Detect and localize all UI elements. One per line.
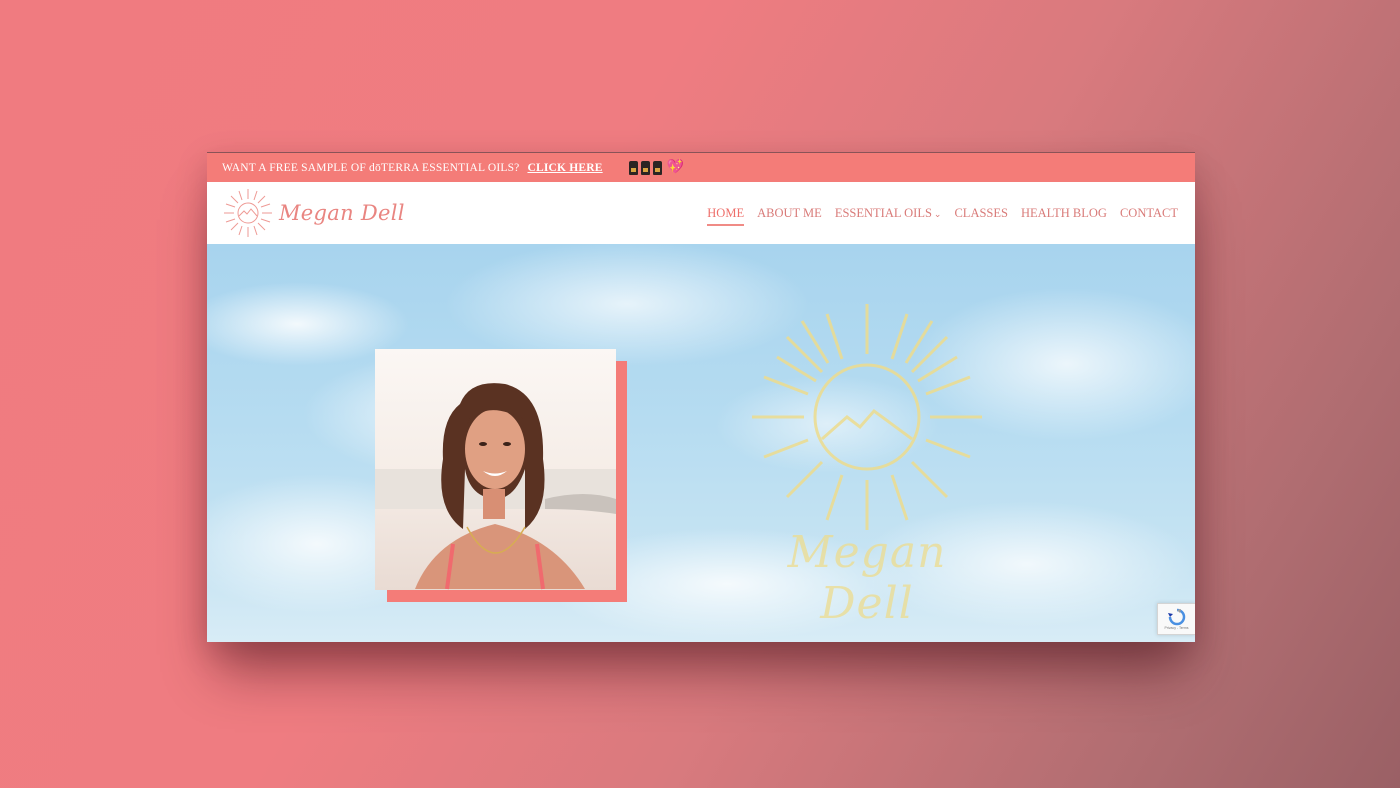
nav-essential-oils[interactable]: ESSENTIAL OILS ⌄ [835, 202, 942, 225]
nav-essential-oils-label: ESSENTIAL OILS [834, 205, 932, 220]
sun-mountain-logo-icon [224, 189, 272, 237]
oil-bottle-icon [628, 160, 638, 175]
primary-menu: HOME ABOUT ME ESSENTIAL OILS ⌄ CLASSES HE… [707, 202, 1178, 226]
hero-banner: Megan Dell Privacy - Terms [207, 244, 1195, 642]
nav-home[interactable]: HOME [707, 202, 744, 226]
nav-contact[interactable]: CONTACT [1120, 202, 1178, 225]
website-window: WANT A FREE SAMPLE OF dōTERRA ESSENTIAL … [207, 152, 1195, 642]
recaptcha-text: Privacy - Terms [1164, 626, 1189, 630]
click-here-link[interactable]: CLICK HERE [527, 162, 602, 174]
portrait-frame [375, 349, 627, 602]
brand-logo-link[interactable]: Megan Dell [222, 187, 405, 239]
brand-name: Megan Dell [279, 201, 405, 225]
sparkling-heart-icon: 💖 [666, 160, 685, 175]
oil-bottle-icon [652, 160, 662, 175]
chevron-down-icon: ⌄ [933, 208, 942, 219]
hero-brand-logo: Megan Dell [742, 299, 992, 629]
main-navbar: Megan Dell HOME ABOUT ME ESSENTIAL OILS ⌄… [207, 182, 1195, 244]
hero-logo-text: Megan Dell [787, 527, 947, 629]
portrait-illustration [375, 383, 616, 590]
oil-bottle-icon [640, 160, 650, 175]
nav-health-blog[interactable]: HEALTH BLOG [1021, 202, 1107, 225]
nav-about-me[interactable]: ABOUT ME [757, 202, 822, 225]
announcement-bar: WANT A FREE SAMPLE OF dōTERRA ESSENTIAL … [207, 152, 1195, 182]
hero-sun-logo-icon [752, 304, 982, 530]
portrait-photo [375, 349, 616, 590]
announcement-message: WANT A FREE SAMPLE OF dōTERRA ESSENTIAL … [222, 161, 520, 174]
nav-classes[interactable]: CLASSES [954, 202, 1008, 225]
recaptcha-badge[interactable]: Privacy - Terms [1157, 603, 1195, 635]
recaptcha-icon [1167, 608, 1185, 626]
oil-bottles-icons: 💖 [628, 159, 685, 176]
